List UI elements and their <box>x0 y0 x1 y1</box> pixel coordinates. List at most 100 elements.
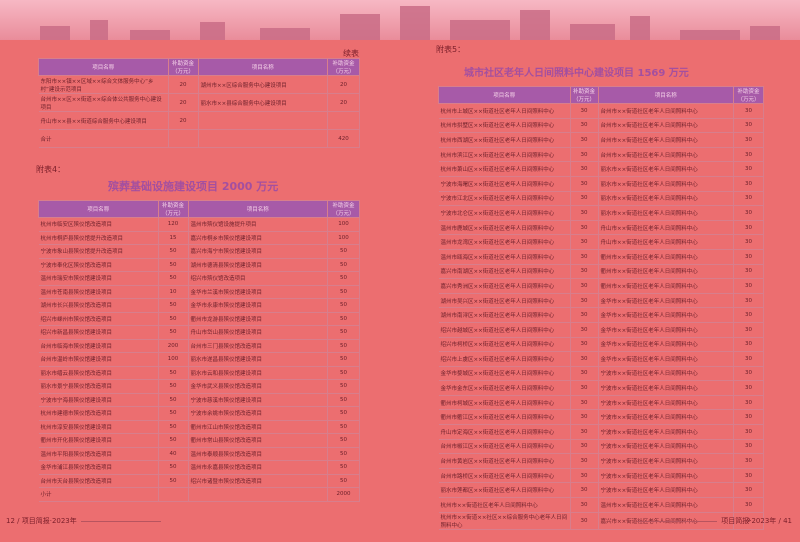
table-cell: 温州市殡仪馆设施提升项目 <box>188 217 329 232</box>
table-cell: 宁波市××街道社区老年人日间照料中心 <box>598 468 735 484</box>
table-row: 杭州市临安区殡仪馆改造项目 120 温州市殡仪馆设施提升项目 100 <box>38 217 360 232</box>
table-cell: 50 <box>158 474 189 488</box>
table-cell: 金华市武义县殡仪馆改造项目 <box>188 379 329 394</box>
table-cell: 金华市××街道社区老年人日间照料中心 <box>598 337 735 353</box>
right-page-footer: 项目简报·2023年 / 41 <box>721 517 792 525</box>
table-cell: 30 <box>733 453 764 469</box>
table-row: 小计 2000 <box>38 487 360 502</box>
column-header: 补助资金（万元） <box>733 86 764 104</box>
elderly-daycare-table: 项目名称 补助资金（万元） 项目名称 补助资金（万元） 杭州市上城区××街道社区老年人… <box>438 86 764 530</box>
table-cell: 温州市苍南县殡仪馆建设项目 <box>38 285 159 299</box>
table-cell: 30 <box>733 424 764 440</box>
table-cell: 50 <box>327 393 360 407</box>
table-cell: 30 <box>570 132 599 148</box>
table-cell: 30 <box>570 307 599 323</box>
table-row: 绍兴市越城区××街道社区老年人日间照料中心 30 金华市××街道社区老年人日间照料中… <box>438 322 764 338</box>
table-cell: 温州市××街道社区老年人日间照料中心 <box>598 497 735 513</box>
table-cell: 杭州市××街道社区老年人日间照料中心 <box>438 497 571 513</box>
skyline-building <box>260 28 310 40</box>
top-banner <box>0 0 800 40</box>
table-cell: 30 <box>570 147 599 163</box>
table-cell: 温州市永嘉县殡仪馆改造项目 <box>188 460 329 475</box>
table-cell: 30 <box>733 205 764 221</box>
table-cell <box>198 111 329 130</box>
column-header: 项目名称 <box>38 58 169 76</box>
table-cell: 40 <box>158 447 189 461</box>
table-cell: 东阳市××镇××区域××综合文体服务中心“乡村”建设示范项目 <box>38 75 169 94</box>
skyline-building <box>130 30 170 40</box>
table-cell: 15 <box>158 231 189 245</box>
table-cell: 30 <box>733 147 764 163</box>
table-cell: 50 <box>158 244 189 259</box>
table-cell: 杭州市上城区××街道社区老年人日间照料中心 <box>438 103 571 119</box>
table-cell: 台州市路桥区××街道社区老年人日间照料中心 <box>438 468 571 484</box>
table-cell: 舟山市岱山县殡仪馆建设项目 <box>188 325 329 340</box>
table-cell: 30 <box>733 409 764 426</box>
table-cell: 宁波市××街道社区老年人日间照料中心 <box>598 439 735 455</box>
table-cell: 20 <box>327 75 360 94</box>
skyline-building <box>630 16 650 40</box>
table-cell <box>168 129 199 148</box>
table-cell: 丽水市××街道社区老年人日间照料中心 <box>598 161 735 177</box>
table-cell: 30 <box>570 278 599 294</box>
skyline-building <box>570 24 615 40</box>
table-cell: 宁波市宁海县殡仪馆建设项目 <box>38 393 159 407</box>
table-row: 嘉兴市秀洲区××街道社区老年人日间照料中心 30 衢州市××街道社区老年人日间照料中… <box>438 278 764 294</box>
table-cell: 30 <box>733 234 764 250</box>
left-page-footer: 12 / 项目简报·2023年 <box>6 517 77 525</box>
table-cell: 绍兴市新昌县殡仪馆建设项目 <box>38 325 159 340</box>
table-cell: 嘉兴市桐乡市殡仪馆建设项目 <box>188 231 329 245</box>
table-row: 台州市黄岩区××街道社区老年人日间照料中心 30 宁波市××街道社区老年人日间照料中… <box>438 453 764 469</box>
table-row: 杭州市拱墅区××街道社区老年人日间照料中心 30 台州市××街道社区老年人日间照料中… <box>438 118 764 134</box>
table-cell: 30 <box>570 205 599 221</box>
table-cell: 温州市平阳县殡仪馆改造项目 <box>38 447 159 461</box>
table-cell: 100 <box>158 352 189 367</box>
table-cell: 100 <box>327 231 360 245</box>
table-cell: 丽水市××街道社区老年人日间照料中心 <box>598 205 735 221</box>
column-header: 补助资金（万元） <box>569 86 599 104</box>
table-cell: 宁波市余姚市殡仪馆改造项目 <box>188 406 329 421</box>
table-cell: 丽水市××街道社区老年人日间照料中心 <box>598 176 735 192</box>
table-cell: 30 <box>570 453 599 469</box>
table-row: 合计 420 <box>38 129 360 148</box>
table-cell: 50 <box>158 460 189 475</box>
table-cell: 衢州市开化县殡仪馆建设项目 <box>38 433 159 448</box>
table-cell: 30 <box>570 191 599 207</box>
table-row: 绍兴市上虞区××街道社区老年人日间照料中心 30 金华市××街道社区老年人日间照料中… <box>438 351 764 367</box>
table-row: 宁波市海曙区××街道社区老年人日间照料中心 30 丽水市××街道社区老年人日间照料中… <box>438 176 764 192</box>
table-cell: 50 <box>327 433 360 448</box>
table-cell: 杭州市西湖区××街道社区老年人日间照料中心 <box>438 132 571 148</box>
table-row: 杭州市上城区××街道社区老年人日间照料中心 30 台州市××街道社区老年人日间照料中… <box>438 103 764 119</box>
table-row: 台州市路桥区××街道社区老年人日间照料中心 30 宁波市××街道社区老年人日间照料中… <box>438 468 764 484</box>
section-title: 城市社区老年人日间照料中心建设项目 1569 万元 <box>464 68 689 79</box>
table-row: 丽水市缙云县殡仪馆改造项目 50 丽水市云和县殡仪馆建设项目 50 <box>38 366 360 380</box>
table-row: 杭州市西湖区××街道社区老年人日间照料中心 30 台州市××街道社区老年人日间照料中… <box>438 132 764 148</box>
table-cell: 绍兴市嵊州市殡仪馆改造项目 <box>38 312 159 326</box>
table-cell: 绍兴市诸暨市殡仪馆改造项目 <box>188 474 329 488</box>
table-cell: 50 <box>327 258 360 272</box>
table-cell: 30 <box>570 366 599 382</box>
table-cell <box>327 111 360 130</box>
table-cell: 绍兴市越城区××街道社区老年人日间照料中心 <box>438 322 571 338</box>
table-cell: 宁波市江北区××街道社区老年人日间照料中心 <box>438 191 571 207</box>
table-row: 杭州市淳安县殡仪馆建设项目 50 衢州市江山市殡仪馆改造项目 50 <box>38 420 360 434</box>
table-cell: 30 <box>570 439 599 455</box>
table-cell: 金华市××街道社区老年人日间照料中心 <box>598 351 735 367</box>
column-header: 项目名称 <box>597 86 735 104</box>
table-cell: 金华市××街道社区老年人日间照料中心 <box>598 322 735 338</box>
table-cell: 台州市天台县殡仪馆改造项目 <box>38 474 159 488</box>
table-cell: 舟山市××县××街道综合服务中心建设项目 <box>38 111 169 130</box>
table-cell: 台州市椒江区××街道社区老年人日间照料中心 <box>438 439 571 455</box>
table-row: 温州市苍南县殡仪馆建设项目 10 金华市兰溪市殡仪馆建设项目 50 <box>38 285 360 299</box>
table-cell: 宁波市××街道社区老年人日间照料中心 <box>598 424 735 440</box>
table-cell: 舟山市××街道社区老年人日间照料中心 <box>598 220 735 236</box>
table-row: 台州市××区××街道××综合体公共服务中心建设项目 20 丽水市××县综合服务中心建… <box>38 93 360 112</box>
table-row: 绍兴市嵊州市殡仪馆改造项目 50 衢州市龙游县殡仪馆建设项目 50 <box>38 312 360 326</box>
table-cell: 宁波市海曙区××街道社区老年人日间照料中心 <box>438 176 571 192</box>
left-page: 续表 项目名称 补助资金（万元） 项目名称 补助资金（万元） 东阳市××镇××区域××… <box>0 40 400 536</box>
skyline-building <box>200 22 225 40</box>
table-cell: 50 <box>327 298 360 313</box>
table-row: 台州市椒江区××街道社区老年人日间照料中心 30 宁波市××街道社区老年人日间照料中… <box>438 439 764 455</box>
table-row: 舟山市定海区××街道社区老年人日间照料中心 30 宁波市××街道社区老年人日间照料中… <box>438 424 764 440</box>
table-cell: 50 <box>327 285 360 299</box>
